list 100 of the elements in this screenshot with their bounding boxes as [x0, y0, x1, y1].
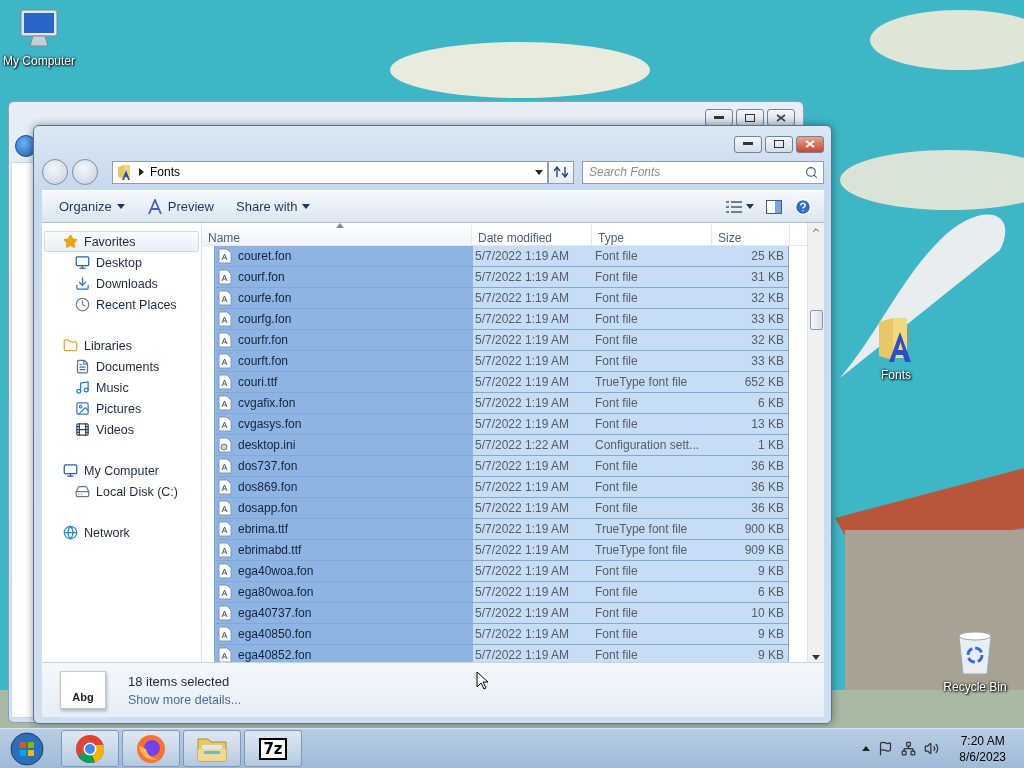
font-file-icon — [218, 479, 232, 495]
close-icon — [805, 140, 815, 148]
size-cell-text: 652 KB — [743, 374, 785, 391]
file-row[interactable]: cvgafix.fon 5/7/2022 1:19 AM Font file 6 KB — [214, 393, 789, 414]
taskbar-button[interactable] — [122, 730, 180, 767]
file-row[interactable]: courfg.fon 5/7/2022 1:19 AM Font file 33 KB — [214, 309, 789, 330]
file-row[interactable]: couri.ttf 5/7/2022 1:19 AM TrueType font file 652 KB — [214, 372, 789, 393]
maximize-button[interactable] — [765, 135, 793, 153]
sidebar-item[interactable]: Videos — [44, 419, 199, 440]
sidebar-item[interactable]: Recent Places — [44, 294, 199, 315]
file-row[interactable]: ega40852.fon 5/7/2022 1:19 AM Font file 9 KB — [214, 645, 789, 662]
date-cell-text: 5/7/2022 1:19 AM — [474, 248, 571, 265]
search-field[interactable]: Search Fonts — [582, 160, 824, 184]
toolbar-button[interactable]: Organize — [50, 195, 134, 218]
type-cell-text: Font file — [594, 353, 639, 370]
sidebar-item[interactable]: Local Disk (C:) — [44, 481, 199, 502]
maximize-icon — [774, 140, 784, 148]
flag-icon[interactable] — [878, 741, 894, 756]
size-cell-text: 1 KB — [757, 437, 785, 454]
sidebar-item[interactable]: Network — [44, 522, 199, 543]
globe-icon — [63, 525, 78, 540]
icon-label: Fonts — [881, 368, 911, 382]
clock[interactable]: 7:20 AM 8/6/2023 — [959, 733, 1006, 764]
size-cell-text: 33 KB — [750, 353, 785, 370]
date-cell-text: 5/7/2022 1:19 AM — [474, 269, 571, 286]
toolbar-button[interactable]: Share with — [227, 195, 320, 218]
date-cell-text: 5/7/2022 1:19 AM — [474, 500, 571, 517]
size-cell-text: 36 KB — [750, 479, 785, 496]
monitor-icon — [75, 255, 90, 270]
type-cell-text: TrueType font file — [594, 542, 689, 559]
file-row[interactable]: ega40850.fon 5/7/2022 1:19 AM Font file 9 KB — [214, 624, 789, 645]
file-name: ebrimabd.ttf — [238, 543, 302, 557]
file-name: dosapp.fon — [238, 501, 298, 515]
file-row[interactable]: couret.fon 5/7/2022 1:19 AM Font file 25 KB — [214, 246, 789, 267]
address-field[interactable]: Fonts — [112, 160, 548, 184]
file-row[interactable]: ega40737.fon 5/7/2022 1:19 AM Font file 10 KB — [214, 603, 789, 624]
date-cell-text: 5/7/2022 1:19 AM — [474, 311, 571, 328]
file-row[interactable]: dos869.fon 5/7/2022 1:19 AM Font file 36 KB — [214, 477, 789, 498]
taskbar-button[interactable] — [61, 730, 119, 767]
font-preview-icon: Abg — [60, 671, 106, 709]
list-view-icon — [726, 200, 742, 213]
file-row[interactable]: dosapp.fon 5/7/2022 1:19 AM Font file 36 KB — [214, 498, 789, 519]
date-cell-text: 5/7/2022 1:19 AM — [474, 542, 571, 559]
close-button[interactable] — [796, 135, 824, 153]
scroll-down-icon[interactable] — [812, 655, 820, 660]
sidebar-item[interactable]: Documents — [44, 356, 199, 377]
file-row[interactable]: dos737.fon 5/7/2022 1:19 AM Font file 36 KB — [214, 456, 789, 477]
details-link[interactable]: Show more details... — [128, 692, 242, 707]
settings-file-icon — [218, 437, 232, 453]
file-row[interactable]: desktop.ini 5/7/2022 1:22 AM Configuration sett... 1 KB — [214, 435, 789, 456]
file-name: courfr.fon — [238, 333, 289, 347]
scroll-thumb[interactable] — [809, 310, 823, 330]
minimize-button[interactable] — [734, 135, 762, 153]
type-cell-text: Font file — [594, 479, 639, 496]
type-cell-text: Font file — [594, 416, 639, 433]
file-row[interactable]: courf.fon 5/7/2022 1:19 AM Font file 31 KB — [214, 267, 789, 288]
file-row[interactable]: courft.fon 5/7/2022 1:19 AM Font file 33 KB — [214, 351, 789, 372]
file-row[interactable]: courfe.fon 5/7/2022 1:19 AM Font file 32 KB — [214, 288, 789, 309]
type-cell-text: Font file — [594, 290, 639, 307]
selection-summary: 18 items selected — [128, 673, 231, 689]
sidebar-item[interactable]: Music — [44, 377, 199, 398]
taskbar-button[interactable]: 7z — [244, 730, 302, 767]
toolbar-button[interactable]: Preview — [137, 194, 223, 219]
file-row[interactable]: courfr.fon 5/7/2022 1:19 AM Font file 32 KB — [214, 330, 789, 351]
font-file-icon — [218, 248, 232, 264]
column-header[interactable]: Name — [202, 223, 472, 245]
file-name: ega40850.fon — [238, 627, 312, 641]
size-cell-text: 25 KB — [750, 248, 785, 265]
sidebar-item[interactable]: My Computer — [44, 460, 199, 481]
file-name: courfe.fon — [238, 291, 292, 305]
file-name: desktop.ini — [238, 438, 296, 452]
scroll-up-icon[interactable] — [811, 225, 821, 235]
date-cell-text: 5/7/2022 1:19 AM — [474, 626, 571, 643]
refresh-button[interactable] — [548, 160, 574, 184]
recycle-bin-icon[interactable] — [955, 630, 995, 676]
sidebar-item[interactable]: Pictures — [44, 398, 199, 419]
speaker-icon[interactable] — [924, 741, 940, 756]
minimize-icon — [714, 115, 724, 120]
sidebar-item[interactable]: Favorites — [44, 231, 199, 252]
type-cell-text: Font file — [594, 626, 639, 643]
font-file-icon — [218, 311, 232, 327]
file-row[interactable]: ebrima.ttf 5/7/2022 1:19 AM TrueType font file 900 KB — [214, 519, 789, 540]
computer-icon[interactable] — [17, 8, 61, 50]
date-cell-text: 5/7/2022 1:19 AM — [474, 521, 571, 538]
sidebar-item[interactable]: Downloads — [44, 273, 199, 294]
forward-button[interactable] — [72, 159, 98, 185]
size-cell-text: 6 KB — [757, 584, 785, 601]
breadcrumb[interactable]: Fonts — [150, 165, 529, 179]
file-row[interactable]: ebrimabd.ttf 5/7/2022 1:19 AM TrueType font file 909 KB — [214, 540, 789, 561]
back-button[interactable] — [42, 159, 68, 185]
caret-icon — [746, 204, 754, 209]
download-icon — [75, 276, 90, 291]
file-row[interactable]: cvgasys.fon 5/7/2022 1:19 AM Font file 13 KB — [214, 414, 789, 435]
sidebar-item[interactable]: Desktop — [44, 252, 199, 273]
network-icon[interactable] — [901, 741, 917, 756]
file-row[interactable]: ega40woa.fon 5/7/2022 1:19 AM Font file 9 KB — [214, 561, 789, 582]
sidebar-item[interactable]: Libraries — [44, 335, 199, 356]
file-row[interactable]: ega80woa.fon 5/7/2022 1:19 AM Font file 6 KB — [214, 582, 789, 603]
preview-icon — [146, 198, 163, 215]
show-hidden-icons-button[interactable] — [862, 746, 871, 751]
